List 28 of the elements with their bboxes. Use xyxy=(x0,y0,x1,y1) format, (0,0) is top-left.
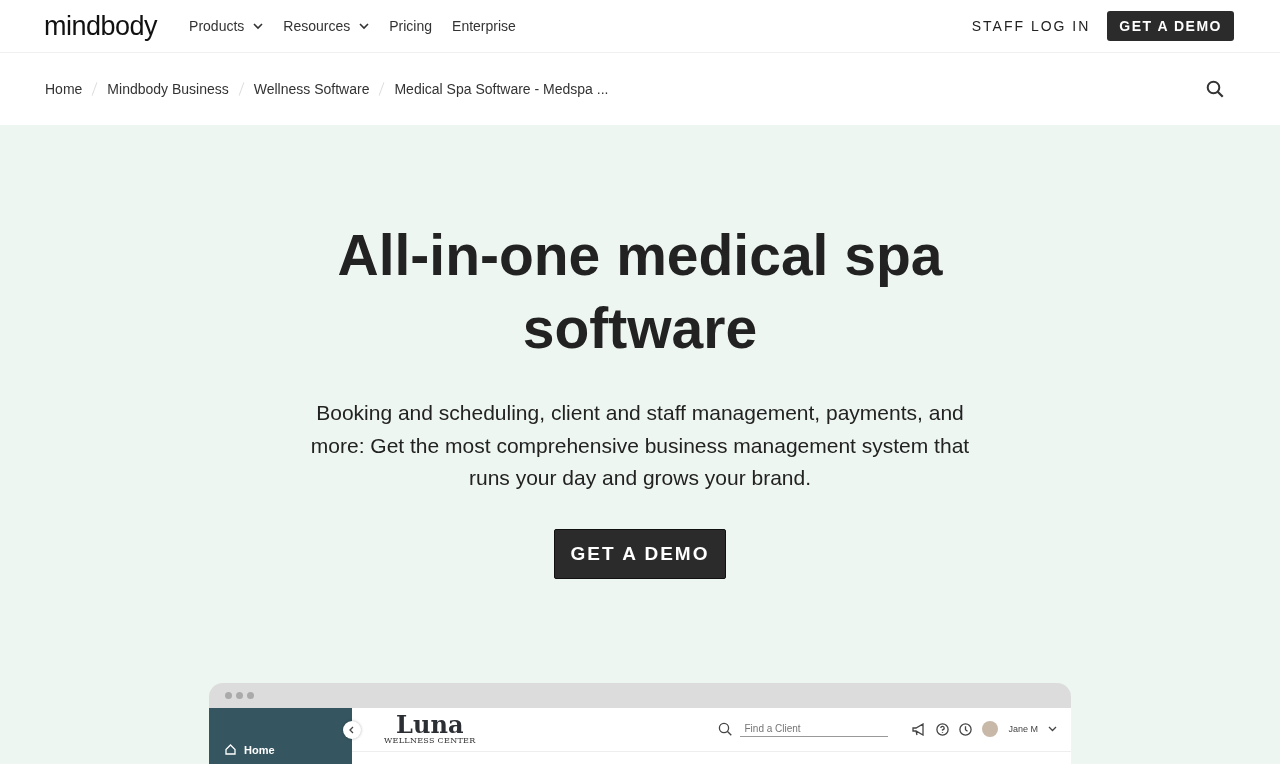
breadcrumb-link[interactable]: Wellness Software xyxy=(253,81,370,97)
nav-link[interactable]: Pricing xyxy=(389,18,433,34)
search-icon[interactable] xyxy=(1206,80,1224,98)
brand-logo: Luna xyxy=(396,713,464,736)
breadcrumb-link[interactable]: Medical Spa Software - Medspa ... xyxy=(394,81,609,97)
nav-link[interactable]: Products xyxy=(189,18,264,34)
hero-heading: All-in-one medical spa software xyxy=(336,222,944,362)
megaphone-icon[interactable] xyxy=(912,722,927,736)
breadcrumb-link[interactable]: Mindbody Business xyxy=(107,81,229,97)
home-icon xyxy=(225,744,236,755)
breadcrumb-link[interactable]: Home xyxy=(45,81,83,97)
search-icon[interactable] xyxy=(718,722,733,736)
chevron-left-icon xyxy=(348,725,356,734)
hero-description: Booking and scheduling, client and staff management, payments, and more: Get the most comprehensive business management system that runs your day and grows your brand. xyxy=(309,400,971,491)
collapse-sidebar-button[interactable] xyxy=(343,720,361,739)
clock-icon[interactable] xyxy=(959,722,973,736)
logo[interactable]: mindbody xyxy=(44,10,158,42)
window-controls-icon xyxy=(225,691,254,699)
get-demo-button[interactable]: GET A DEMO xyxy=(553,528,727,579)
brand-tagline: WELLNESS CENTER xyxy=(384,735,476,745)
get-demo-button[interactable]: GET A DEMO xyxy=(1107,11,1234,41)
nav-link[interactable]: Resources xyxy=(283,18,370,34)
user-name[interactable]: Jane M xyxy=(1008,724,1038,734)
client-search-field[interactable]: Find a Client xyxy=(740,721,889,737)
chevron-down-icon[interactable] xyxy=(1048,726,1057,732)
staff-login-link[interactable]: STAFF LOG IN xyxy=(971,18,1091,34)
help-icon[interactable] xyxy=(936,722,950,736)
nav-link[interactable]: Enterprise xyxy=(452,18,516,34)
